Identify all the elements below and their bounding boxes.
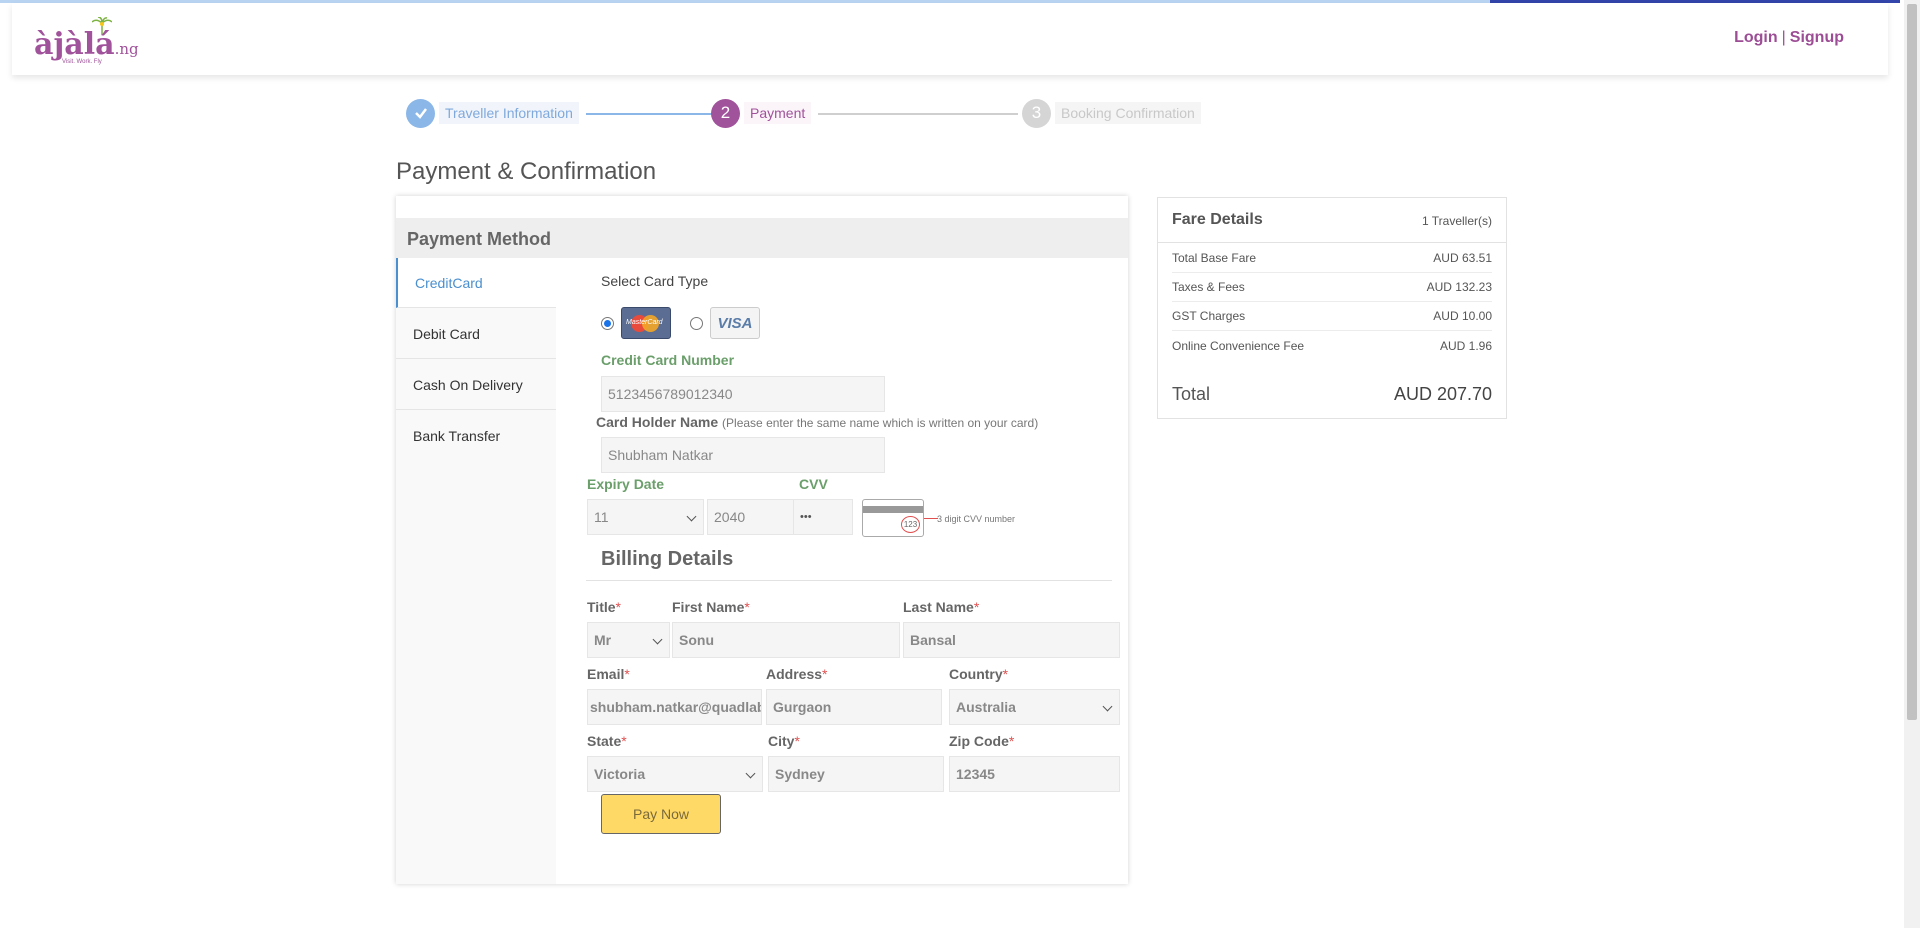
address-input[interactable]: Gurgaon	[766, 689, 942, 725]
title-label: Title*	[587, 599, 621, 615]
tab-debit-card[interactable]: Debit Card	[396, 309, 556, 359]
tab-bank-transfer[interactable]: Bank Transfer	[396, 411, 556, 461]
fare-total-value: AUD 207.70	[1393, 384, 1492, 404]
country-select[interactable]: Australia	[949, 689, 1120, 725]
step-label: Payment	[744, 102, 812, 124]
cvv-card-illustration: 123	[862, 499, 924, 537]
state-select[interactable]: Victoria	[587, 756, 763, 792]
fare-row: Online Convenience Fee AUD 1.96	[1172, 338, 1492, 353]
check-icon	[406, 98, 435, 128]
last-name-label: Last Name*	[903, 599, 980, 615]
step-booking-confirmation[interactable]: 3 Booking Confirmation	[1022, 98, 1201, 128]
card-holder-label: Card Holder Name (Please enter the same …	[596, 414, 1039, 430]
step-traveller-information[interactable]: Traveller Information	[406, 98, 579, 128]
city-label: City*	[768, 733, 800, 749]
expiry-date-label: Expiry Date	[587, 476, 665, 492]
mastercard-radio[interactable]	[601, 317, 614, 330]
visa-logo[interactable]: VISA	[710, 307, 760, 339]
site-header: àjàlá.ng Visit. Work. Fly Login | Signup	[12, 3, 1888, 75]
fare-row: GST Charges AUD 10.00	[1172, 302, 1492, 331]
logo-tagline: Visit. Work. Fly	[62, 59, 102, 65]
mastercard-logo[interactable]: MasterCard	[621, 307, 671, 339]
signup-link[interactable]: Signup	[1790, 29, 1844, 46]
first-name-input[interactable]: Sonu	[672, 622, 900, 658]
state-label: State*	[587, 733, 627, 749]
payment-method-tabs: CreditCard Debit Card Cash On Delivery B…	[396, 258, 556, 884]
city-input[interactable]: Sydney	[768, 756, 944, 792]
title-select[interactable]: Mr	[587, 622, 670, 658]
cvv-hint: 3 digit CVV number	[937, 514, 1016, 524]
expiry-year-input[interactable]: 2040	[707, 499, 795, 535]
step-connector-1	[586, 113, 716, 115]
fare-total-label: Total	[1172, 384, 1211, 404]
visa-radio[interactable]	[690, 317, 703, 330]
country-label: Country*	[949, 666, 1009, 682]
zip-code-input[interactable]: 12345	[949, 756, 1120, 792]
fare-details-header: Fare Details 1 Traveller(s)	[1158, 198, 1506, 243]
traveller-count: 1 Traveller(s)	[1421, 214, 1492, 228]
fare-details-panel: Fare Details 1 Traveller(s) Total Base F…	[1157, 197, 1507, 419]
card-number-input[interactable]: 5123456789012340	[601, 376, 885, 412]
step-number: 3	[1022, 98, 1051, 128]
cvv-input[interactable]: •••	[793, 499, 853, 535]
page-title: Payment & Confirmation	[396, 158, 657, 185]
booking-stepper: Traveller Information 2 Payment 3 Bookin…	[406, 98, 1206, 128]
card-holder-hint: (Please enter the same name which is wri…	[722, 416, 1039, 430]
zip-code-label: Zip Code*	[949, 733, 1015, 749]
expiry-month-select[interactable]: 11	[587, 499, 704, 535]
logo-text: àjàlá.ng	[34, 27, 139, 62]
step-payment[interactable]: 2 Payment	[711, 98, 812, 128]
login-link[interactable]: Login	[1734, 29, 1778, 46]
tab-credit-card[interactable]: CreditCard	[396, 258, 556, 308]
pay-now-button[interactable]: Pay Now	[601, 794, 721, 834]
auth-links: Login | Signup	[1734, 29, 1844, 47]
cvv-hint-arrow	[924, 518, 938, 519]
fare-row: Total Base Fare AUD 63.51	[1172, 244, 1492, 273]
first-name-label: First Name*	[672, 599, 750, 615]
page-scrollbar[interactable]	[1904, 0, 1920, 928]
billing-details-title: Billing Details	[601, 548, 734, 570]
auth-separator: |	[1781, 29, 1786, 46]
tab-cash-on-delivery[interactable]: Cash On Delivery	[396, 360, 556, 410]
last-name-input[interactable]: Bansal	[903, 622, 1120, 658]
billing-divider	[586, 580, 1112, 581]
cvv-label: CVV	[799, 476, 828, 492]
payment-panel: Payment Method CreditCard Debit Card Cas…	[396, 196, 1128, 884]
step-connector-2	[818, 113, 1018, 115]
email-input[interactable]: shubham.natkar@quadlab	[587, 689, 762, 725]
select-card-type-label: Select Card Type	[601, 273, 709, 289]
card-number-label: Credit Card Number	[601, 352, 735, 368]
fare-details-title: Fare Details	[1172, 211, 1263, 228]
step-number: 2	[711, 98, 740, 128]
step-label: Traveller Information	[439, 102, 579, 124]
card-holder-input[interactable]: Shubham Natkar	[601, 437, 885, 473]
payment-method-header: Payment Method	[396, 218, 1128, 258]
fare-row: Taxes & Fees AUD 132.23	[1172, 273, 1492, 302]
step-label: Booking Confirmation	[1055, 102, 1201, 124]
email-label: Email*	[587, 666, 630, 682]
brand-logo[interactable]: àjàlá.ng Visit. Work. Fly	[34, 15, 146, 67]
address-label: Address*	[766, 666, 828, 682]
scrollbar-thumb[interactable]	[1907, 4, 1917, 720]
